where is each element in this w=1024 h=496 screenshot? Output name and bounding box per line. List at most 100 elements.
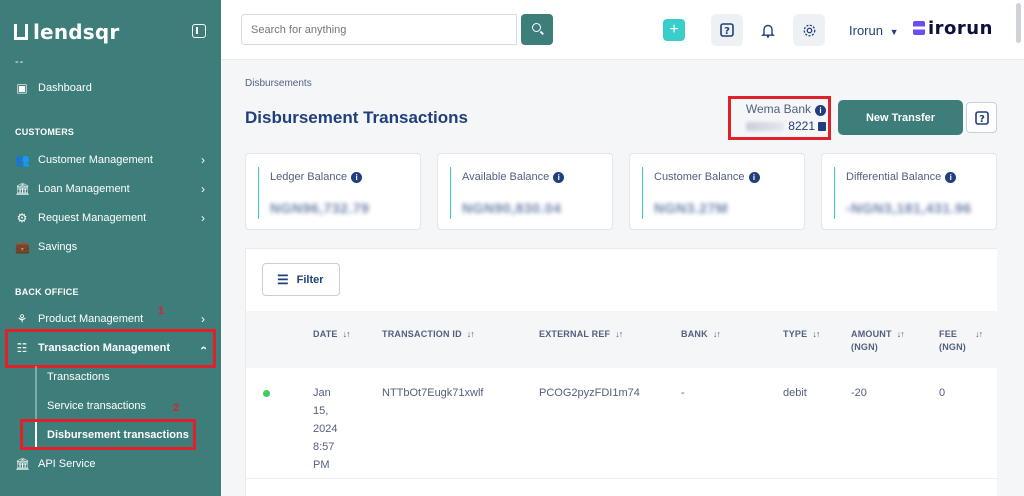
sort-icon: ↓↑	[466, 329, 475, 339]
caret-down-icon: ▼	[889, 27, 899, 37]
column-header-fee[interactable]: FEE ↓↑ (NGN)	[939, 328, 983, 354]
sidebar-item-customer-management[interactable]: 👥 Customer Management ›	[0, 148, 221, 172]
card-label: Available Balance i	[462, 171, 565, 183]
search-input[interactable]	[241, 14, 517, 45]
sidebar-subitem-transactions[interactable]: Transactions	[47, 371, 110, 383]
help-button[interactable]: ?	[711, 14, 743, 46]
info-icon[interactable]: i	[351, 172, 363, 183]
row-divider	[246, 478, 998, 479]
sidebar-item-product-management[interactable]: ⚘ Product Management ›	[0, 307, 221, 331]
available-balance-card: Available Balance i NGN90,830.04	[437, 153, 613, 230]
sort-icon: ↓↑	[615, 329, 623, 339]
help-icon: ?	[974, 110, 989, 125]
dashboard-icon: ▣	[16, 81, 28, 95]
irorun-logo-icon	[913, 21, 925, 35]
card-label: Differential Balance i	[846, 171, 957, 183]
filter-button[interactable]: ☰ Filter	[262, 263, 340, 296]
top-bar: + ? Irorun ▼ irorun	[221, 0, 1024, 60]
info-icon[interactable]: i	[748, 172, 760, 183]
collapse-sidebar-icon[interactable]	[192, 24, 206, 38]
status-indicator	[263, 390, 270, 397]
search-button[interactable]	[521, 14, 553, 45]
sidebar-item-label: Product Management	[38, 313, 144, 325]
plus-icon: +	[669, 21, 679, 38]
logo[interactable]: lendsqr	[14, 20, 119, 44]
sidebar-item-dashboard[interactable]: ▣ Dashboard	[0, 76, 221, 100]
sidebar-item-savings[interactable]: 💼 Savings	[0, 235, 221, 259]
card-value: NGN3.27M	[654, 200, 729, 216]
logo-text: lendsqr	[33, 20, 120, 44]
bell-icon	[761, 24, 775, 38]
users-icon: 👥	[15, 153, 30, 167]
brand-name: irorun	[928, 18, 993, 39]
sidebar-item-label: Customer Management	[38, 154, 153, 166]
card-value: NGN90,830.04	[462, 200, 562, 216]
chevron-right-icon: ›	[201, 182, 205, 196]
annotation-number-2: 2	[173, 402, 180, 414]
card-accent	[258, 167, 259, 219]
cell-amount: -20	[851, 387, 867, 399]
annotation-highlight-bank-account	[728, 96, 831, 140]
info-icon[interactable]: i	[945, 172, 957, 183]
info-icon[interactable]: i	[553, 172, 565, 183]
section-label-back-office: BACK OFFICE	[15, 287, 79, 297]
sidebar-item-label: Dashboard	[38, 82, 92, 94]
transactions-table: ☰ Filter DATE ↓↑ TRANSACTION ID ↓↑ EXTERNA…	[245, 248, 998, 496]
lendsqr-logo-icon	[14, 24, 28, 40]
cell-date: Jan 15, 2024 8:57 PM	[313, 387, 338, 471]
gear-icon	[803, 24, 815, 36]
sidebar-item-label: Savings	[38, 241, 78, 253]
page-scrollbar[interactable]	[1016, 3, 1021, 43]
section-label-customers: CUSTOMERS	[15, 127, 75, 137]
card-label: Ledger Balance i	[270, 171, 363, 183]
column-header-external-ref[interactable]: EXTERNAL REF ↓↑	[539, 328, 623, 341]
user-name: Irorun	[849, 23, 883, 38]
annotation-number-1: 1	[158, 305, 165, 317]
user-menu[interactable]: Irorun ▼	[849, 23, 899, 38]
table-header: DATE ↓↑ TRANSACTION ID ↓↑ EXTERNAL REF ↓↑ B…	[246, 311, 998, 368]
sidebar-item-request-management[interactable]: ⚙ Request Management ›	[0, 206, 221, 230]
settings-button[interactable]	[793, 14, 825, 46]
filter-label: Filter	[296, 273, 324, 286]
chevron-right-icon: ›	[201, 153, 205, 167]
card-accent	[834, 167, 835, 219]
api-icon: 🏛	[15, 457, 31, 471]
differential-balance-card: Differential Balance i -NGN3,181,431.96	[821, 153, 997, 230]
page-help-button[interactable]: ?	[966, 102, 997, 133]
column-header-type[interactable]: TYPE ↓↑	[783, 328, 820, 341]
cell-transaction-id: NTTbOt7Eugk71xwlf	[382, 387, 484, 399]
add-button[interactable]: +	[663, 19, 685, 41]
sort-icon: ↓↑	[975, 329, 983, 339]
request-icon: ⚙	[16, 211, 28, 225]
sort-icon: ↓↑	[342, 329, 351, 339]
card-accent	[642, 167, 643, 219]
brand-logo: irorun	[913, 18, 993, 39]
sidebar-item-api-service[interactable]: 🏛 API Service	[0, 452, 221, 476]
sidebar: lendsqr -- ▣ Dashboard CUSTOMERS 👥 Custo…	[0, 0, 221, 496]
cell-external-ref: PCOG2pyzFDI1m74	[539, 387, 640, 399]
sidebar-subitem-service-transactions[interactable]: Service transactions	[47, 400, 146, 412]
sidebar-item-label: API Service	[38, 458, 96, 470]
new-transfer-button[interactable]: New Transfer	[838, 100, 963, 135]
sidebar-item-loan-management[interactable]: 🏛 Loan Management ›	[0, 177, 221, 201]
sort-icon: ↓↑	[712, 329, 721, 339]
cell-fee: 0	[939, 387, 946, 399]
card-accent	[450, 167, 451, 219]
chevron-right-icon: ›	[201, 211, 205, 225]
column-header-date[interactable]: DATE ↓↑	[313, 328, 351, 341]
page-title: Disbursement Transactions	[245, 108, 468, 127]
column-header-transaction-id[interactable]: TRANSACTION ID ↓↑	[382, 328, 475, 341]
customer-balance-card: Customer Balance i NGN3.27M	[629, 153, 805, 230]
column-header-amount[interactable]: AMOUNT ↓↑ (NGN)	[851, 328, 905, 354]
search-icon	[532, 23, 541, 32]
svg-text:?: ?	[979, 114, 985, 125]
organization-switcher[interactable]: --	[15, 56, 24, 68]
card-label: Customer Balance i	[654, 171, 760, 183]
svg-text:?: ?	[724, 26, 730, 37]
notifications-button[interactable]	[752, 14, 784, 46]
chevron-right-icon: ›	[201, 312, 205, 326]
breadcrumb[interactable]: Disbursements	[245, 78, 312, 89]
cell-type: debit	[783, 387, 807, 399]
card-value: -NGN3,181,431.96	[846, 200, 972, 216]
column-header-bank[interactable]: BANK ↓↑	[681, 328, 721, 341]
